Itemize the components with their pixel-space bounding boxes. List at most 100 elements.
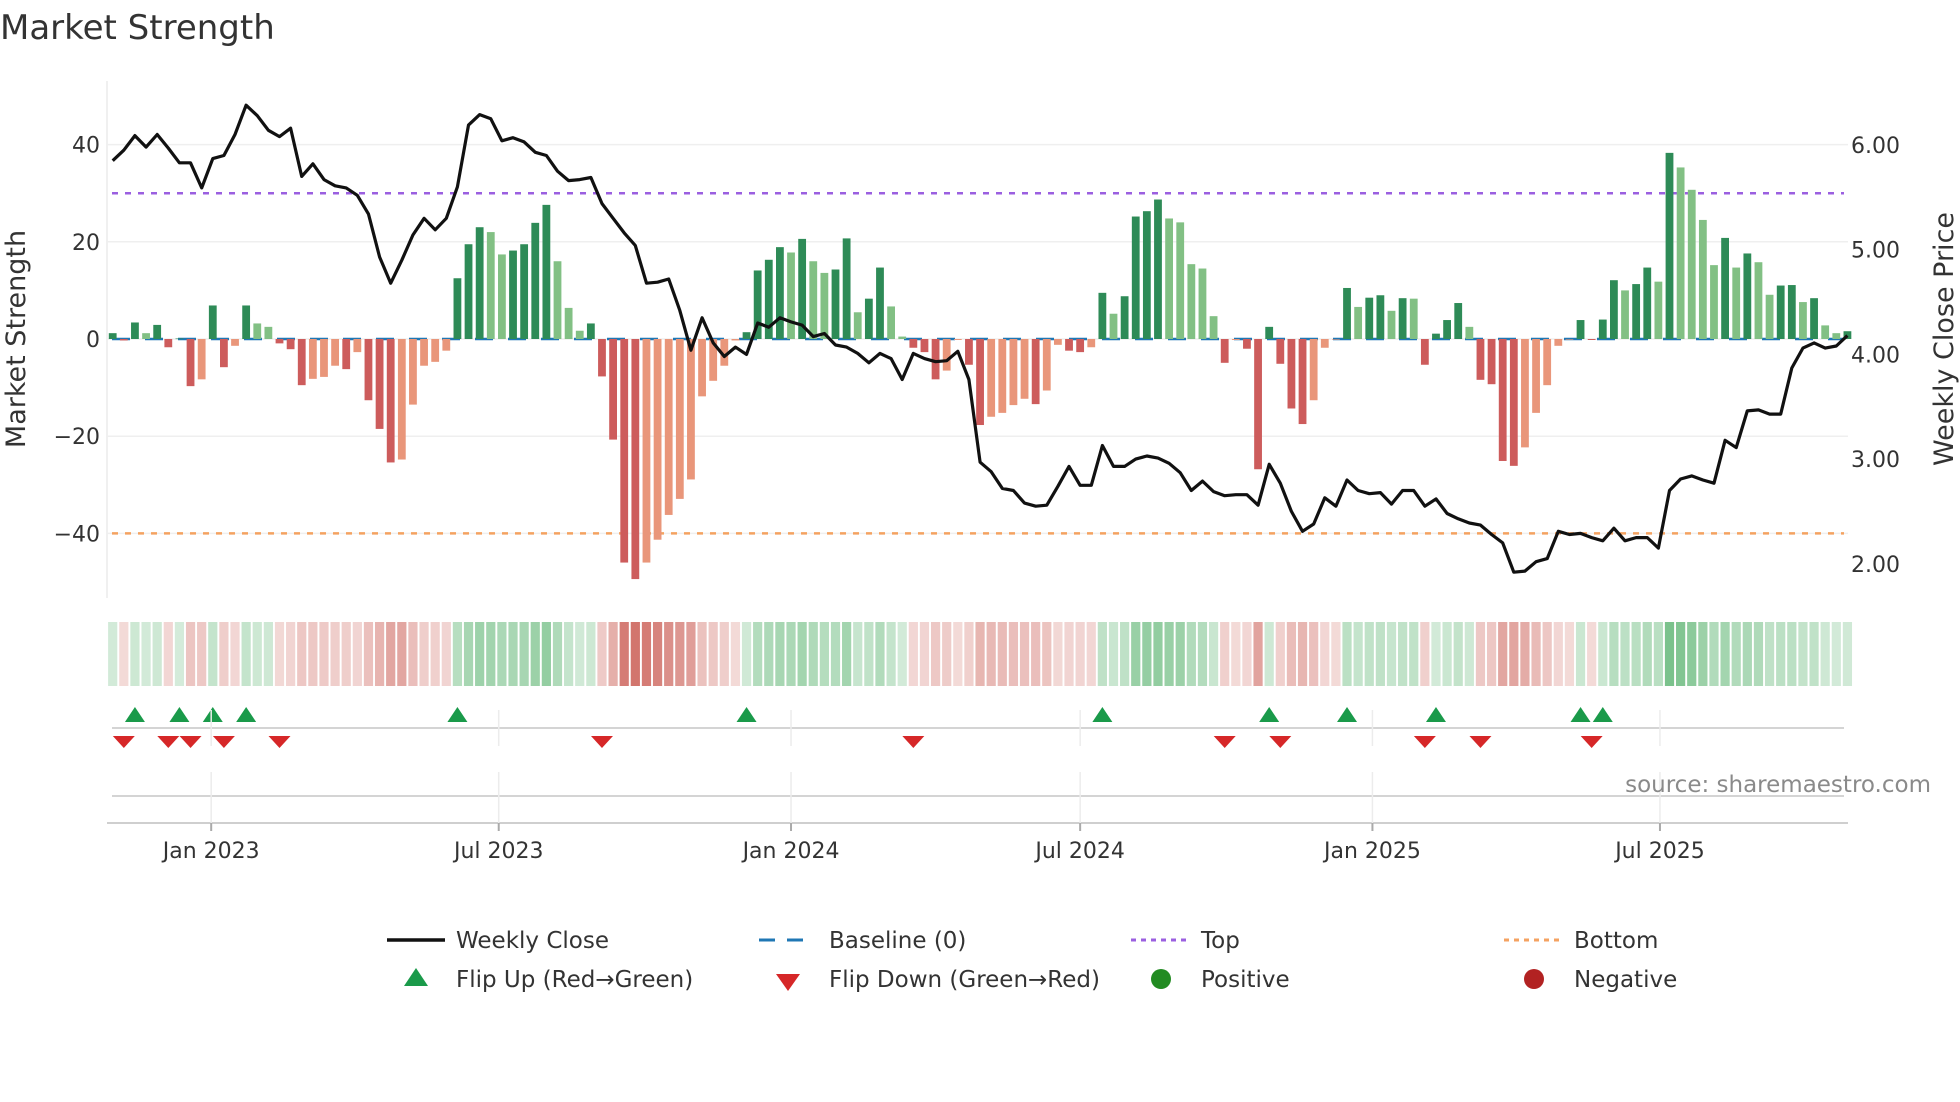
strip-cell — [1164, 622, 1174, 686]
strip-cell — [541, 622, 551, 686]
strip-cell — [1175, 622, 1185, 686]
strip-cell — [1353, 622, 1363, 686]
legend-baseline: Baseline (0) — [829, 928, 966, 954]
strip-cell — [1498, 622, 1508, 686]
strength-bar — [197, 339, 206, 380]
strength-bar — [1776, 285, 1785, 339]
strength-bar — [1665, 152, 1674, 339]
legend-weekly-close: Weekly Close — [456, 928, 609, 954]
left-axis-label: Market Strength — [1, 230, 32, 448]
strip-cell — [1075, 622, 1085, 686]
strip-cell — [1776, 622, 1786, 686]
strip-cell — [1564, 622, 1575, 686]
strength-bar — [1654, 281, 1663, 339]
right-tick-label: 3.00 — [1851, 448, 1900, 473]
strip-cell — [508, 622, 518, 686]
strip-cell — [1042, 622, 1052, 686]
strength-bar — [876, 267, 884, 339]
strip-cell — [564, 622, 574, 686]
strength-bar — [1343, 287, 1351, 339]
flip-up-marker — [1592, 707, 1613, 722]
strength-bar — [864, 298, 873, 339]
strip-cell — [719, 622, 729, 686]
strip-cell — [1820, 622, 1830, 686]
strip-cell — [675, 622, 685, 686]
strip-cell — [908, 622, 918, 686]
strength-bar — [1621, 290, 1629, 339]
flip-up-marker — [447, 707, 468, 722]
negative-dot-icon — [1524, 969, 1544, 989]
strip-cell — [1731, 622, 1741, 686]
strip-cell — [997, 622, 1007, 686]
strength-bar — [175, 338, 184, 340]
strength-bar — [1131, 216, 1140, 339]
strength-bar — [1009, 339, 1018, 406]
strip-cell — [975, 622, 985, 686]
legend-flip-down: Flip Down (Green→Red) — [829, 967, 1100, 993]
strength-bar — [1198, 268, 1207, 339]
strength-bar — [108, 333, 117, 339]
strength-bar — [153, 324, 162, 339]
strength-bar — [308, 339, 317, 379]
flip-down-marker — [268, 736, 291, 748]
strength-bar — [742, 332, 751, 339]
strip-cell — [986, 622, 996, 686]
strength-bar — [520, 244, 529, 339]
strength-bar — [1698, 219, 1707, 339]
strength-bar — [1176, 222, 1185, 339]
strip-cell — [1053, 622, 1063, 686]
strip-cell — [130, 622, 140, 686]
x-tick-label: Jul 2023 — [452, 839, 544, 864]
strength-bar — [998, 339, 1007, 413]
strip-cell — [1509, 622, 1519, 686]
strip-cell — [1342, 622, 1352, 686]
strip-cell — [552, 622, 563, 686]
flip-down-icon — [776, 974, 800, 991]
strip-cell — [1709, 622, 1719, 686]
strength-bar — [1487, 339, 1496, 385]
strip-cell — [652, 622, 663, 686]
strength-bar — [1154, 199, 1162, 339]
strip-cell — [630, 622, 640, 686]
strength-bar — [1676, 167, 1685, 339]
strip-cell — [1386, 622, 1397, 686]
strength-bar — [498, 254, 506, 339]
strength-bar — [386, 339, 395, 463]
strip-cell — [519, 622, 529, 686]
strength-bar — [1532, 339, 1540, 413]
strip-cell — [1753, 622, 1764, 686]
strength-bar — [1354, 306, 1363, 339]
strength-bar — [1465, 326, 1474, 339]
strength-bar — [1387, 310, 1396, 339]
strength-bar — [1521, 339, 1529, 448]
strip-cell — [475, 622, 485, 686]
strength-bar — [1643, 267, 1652, 339]
strip-cell — [208, 622, 218, 686]
strip-cell — [1642, 622, 1652, 686]
strength-bar — [776, 247, 784, 339]
flip-down-marker — [1580, 736, 1603, 748]
strip-cell — [1320, 622, 1330, 686]
strip-cell — [1620, 622, 1630, 686]
strip-cell — [1653, 622, 1663, 686]
strength-heat-strip — [108, 622, 1853, 686]
strength-bar — [1243, 339, 1251, 349]
strip-cell — [1798, 622, 1808, 686]
flip-down-marker — [1469, 736, 1492, 748]
strength-bar — [1398, 298, 1407, 339]
strip-cell — [219, 622, 229, 686]
strength-bar — [1031, 339, 1040, 405]
strip-cell — [664, 622, 674, 686]
strip-cell — [374, 622, 385, 686]
strip-cell — [1609, 622, 1619, 686]
strength-bar — [475, 227, 484, 339]
strip-cell — [919, 622, 930, 686]
strength-bar — [553, 261, 562, 339]
strip-cell — [397, 622, 407, 686]
strip-cell — [1264, 622, 1274, 686]
flip-down-marker — [1269, 736, 1292, 748]
flip-down-marker — [1413, 736, 1436, 748]
x-tick-label: Jan 2025 — [1322, 839, 1421, 864]
strength-bar — [186, 339, 195, 387]
strength-bar — [1732, 267, 1741, 339]
